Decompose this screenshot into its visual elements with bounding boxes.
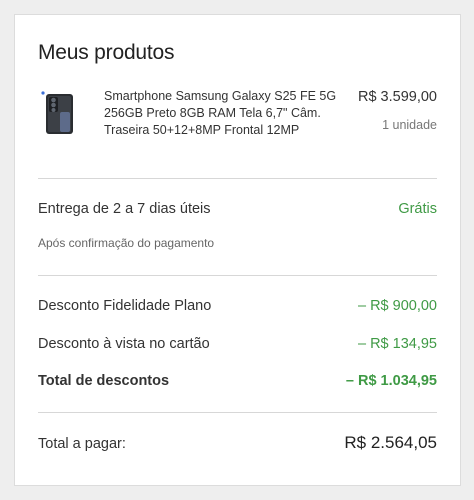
- discount-cash-label: Desconto à vista no cartão: [38, 336, 210, 352]
- divider: [38, 178, 437, 179]
- total-label: Total a pagar:: [38, 436, 126, 452]
- divider: [38, 275, 437, 276]
- order-summary-card: Meus produtos Smartphone Samsung Galaxy …: [14, 14, 461, 486]
- product-price: R$ 3.599,00: [357, 89, 437, 105]
- product-quantity: 1 unidade: [382, 118, 437, 132]
- discount-total-value: – R$ 1.034,95: [345, 373, 437, 389]
- delivery-value: Grátis: [398, 201, 437, 217]
- divider: [38, 412, 437, 413]
- product-name[interactable]: Smartphone Samsung Galaxy S25 FE 5G 256G…: [104, 88, 344, 139]
- discount-fidelity-value: – R$ 900,00: [357, 298, 437, 314]
- delivery-note: Após confirmação do pagamento: [38, 236, 215, 250]
- product-image[interactable]: [40, 90, 80, 136]
- discount-fidelity-label: Desconto Fidelidade Plano: [38, 298, 212, 314]
- discount-total-label: Total de descontos: [38, 373, 170, 389]
- discount-cash-value: – R$ 134,95: [357, 336, 437, 352]
- delivery-label: Entrega de 2 a 7 dias úteis: [38, 201, 211, 217]
- section-title: Meus produtos: [38, 41, 175, 64]
- total-value: R$ 2.564,05: [344, 433, 437, 452]
